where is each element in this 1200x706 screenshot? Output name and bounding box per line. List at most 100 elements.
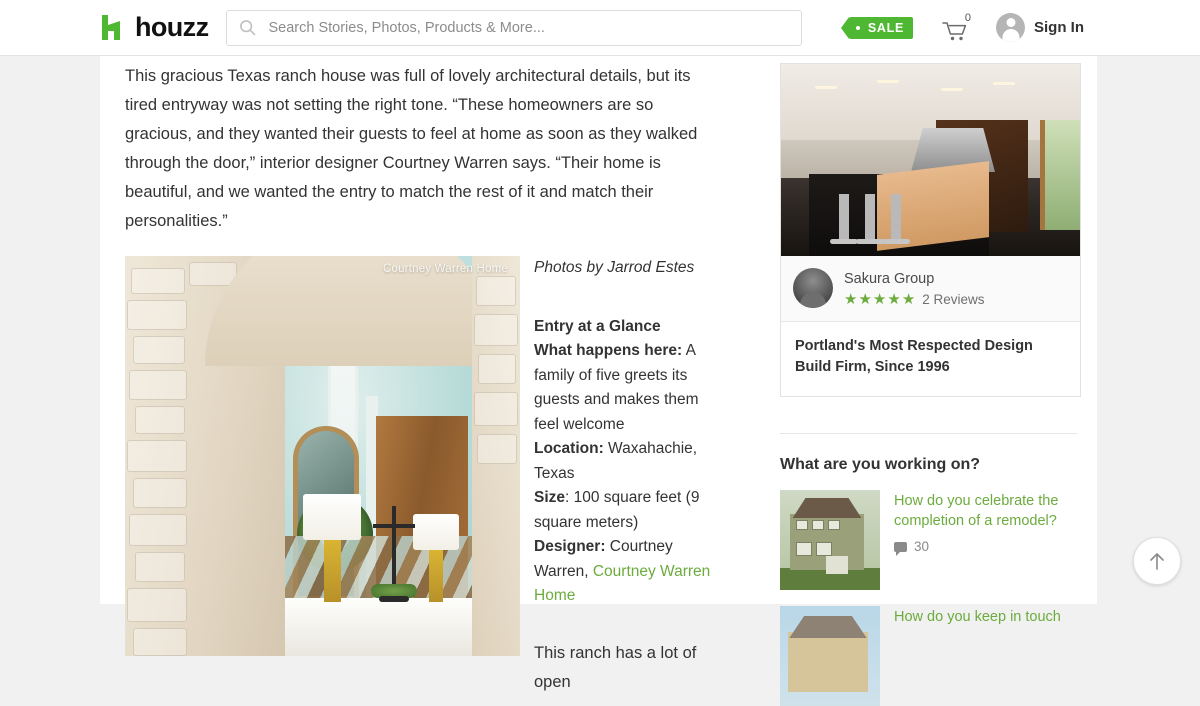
cart-button[interactable]: 0: [942, 12, 972, 43]
discussion-link[interactable]: How do you keep in touch: [894, 607, 1061, 627]
avatar-icon: [996, 13, 1025, 42]
discussion-comments: 30: [894, 539, 1077, 556]
pro-name: Sakura Group: [844, 270, 935, 287]
star-icon: ★: [901, 290, 916, 308]
stone-brick: [131, 268, 185, 294]
houzz-wordmark: houzz: [135, 12, 209, 42]
article-panel: This gracious Texas ranch house was full…: [100, 56, 745, 691]
article-body-continued: This ranch has a lot of open: [534, 643, 697, 691]
star-icon: ★: [858, 290, 872, 308]
hero-photo[interactable]: Courtney Warren Home: [125, 256, 520, 656]
search-input[interactable]: [268, 19, 790, 36]
stone-brick: [129, 370, 187, 400]
houzz-logo[interactable]: houzz: [101, 12, 209, 42]
glance-size: Size: 100 square feet (9 square meters): [534, 486, 720, 535]
stone-brick: [129, 514, 187, 546]
sign-in-button[interactable]: Sign In: [996, 13, 1084, 42]
article-intro: This gracious Texas ranch house was full…: [125, 67, 698, 230]
bar-stool: [882, 194, 910, 244]
stone-brick: [476, 276, 516, 306]
working-on-title: What are you working on?: [780, 456, 981, 473]
discussion-item[interactable]: How do you celebrate the completion of a…: [780, 490, 1077, 590]
scroll-to-top-button[interactable]: [1133, 537, 1181, 585]
ceiling-light: [877, 80, 899, 83]
glance-location: Location: Waxahachie, Texas: [534, 437, 720, 486]
lamp-base: [429, 550, 443, 602]
site-header: houzz SALE 0 Sign In: [0, 0, 1200, 56]
stone-brick: [133, 628, 187, 656]
pro-avatar: [793, 268, 833, 308]
star-icon: ★: [872, 290, 887, 308]
candle-stand-foot: [379, 596, 409, 602]
ceiling-light: [993, 82, 1015, 85]
bar-stool: [856, 194, 884, 244]
stone-brick: [474, 392, 518, 426]
houzz-house-icon: [102, 15, 120, 40]
stone-brick: [135, 406, 185, 434]
sign-in-label: Sign In: [1034, 19, 1084, 36]
glance-designer: Designer: Courtney Warren, Courtney Warr…: [534, 535, 720, 609]
discussion-thumbnail[interactable]: [780, 490, 880, 590]
hero-stone-right: [472, 256, 520, 656]
glance-what-happens: What happens here: A family of five gree…: [534, 339, 720, 437]
pro-ad-card[interactable]: Sakura Group ★ ★ ★ ★ ★ 2 Reviews Portlan…: [780, 63, 1081, 397]
thumb-window: [828, 520, 840, 530]
lamp-base: [323, 540, 341, 602]
stone-brick: [135, 552, 185, 582]
article-photo-row: Courtney Warren Home Photos by Jarrod Es…: [125, 256, 720, 697]
thumb-window: [816, 542, 832, 556]
glance-title: Entry at a Glance: [534, 317, 661, 335]
thumb-window: [796, 542, 812, 556]
discussion-thumbnail[interactable]: [780, 606, 880, 706]
hero-lamp-left: [303, 494, 361, 602]
stone-brick: [478, 354, 516, 384]
star-icon: ★: [887, 290, 901, 308]
comment-count: 30: [914, 539, 930, 554]
stone-brick: [474, 314, 518, 346]
star-icon: ★: [844, 290, 858, 308]
entry-at-a-glance: Photos by Jarrod Estes Entry at a Glance…: [534, 256, 720, 697]
hero-stone-arch: [125, 256, 505, 656]
thumb-steps: [826, 556, 848, 574]
ceiling-light: [941, 88, 963, 91]
hero-watermark: Courtney Warren Home: [382, 263, 508, 275]
article: This gracious Texas ranch house was full…: [100, 56, 745, 697]
comment-bubble-icon: [894, 541, 907, 556]
discussion-body: How do you keep in touch: [894, 606, 1061, 706]
thumb-window: [812, 520, 824, 530]
pro-info: Sakura Group ★ ★ ★ ★ ★ 2 Reviews: [844, 270, 985, 307]
cart-icon: [942, 21, 967, 40]
column-gap: [745, 56, 760, 604]
search-box[interactable]: [226, 9, 803, 46]
review-count[interactable]: 2 Reviews: [922, 292, 984, 307]
photo-credit: Photos by Jarrod Estes: [534, 259, 695, 276]
stone-brick: [189, 262, 237, 286]
sale-badge[interactable]: SALE: [840, 16, 913, 39]
header-actions: SALE 0 Sign In: [840, 12, 1084, 43]
candle-stand-arm: [373, 524, 415, 528]
stone-brick: [127, 588, 187, 622]
stone-brick: [133, 478, 187, 508]
sidebar-divider: [780, 433, 1077, 434]
glance-location-label: Location:: [534, 440, 604, 457]
bar-stool: [830, 194, 858, 244]
ad-tagline: Portland's Most Respected Design Build F…: [795, 338, 1033, 375]
ad-kitchen-photo[interactable]: [781, 64, 1080, 256]
glance-designer-label: Designer:: [534, 538, 606, 555]
thumb-window: [796, 520, 808, 530]
discussion-item[interactable]: How do you keep in touch: [780, 606, 1077, 706]
rating-stars: ★ ★ ★ ★ ★ 2 Reviews: [844, 292, 985, 307]
discussion-link[interactable]: How do you celebrate the completion of a…: [894, 491, 1077, 531]
discussion-body: How do you celebrate the completion of a…: [894, 490, 1077, 590]
search-icon: [240, 20, 256, 36]
hero-candle-stand: [367, 506, 421, 602]
sidebar: Sakura Group ★ ★ ★ ★ ★ 2 Reviews Portlan…: [760, 56, 1097, 706]
lamp-shade: [303, 494, 361, 540]
glance-what-label: What happens here:: [534, 342, 683, 359]
page-body: This gracious Texas ranch house was full…: [0, 56, 1200, 706]
glance-size-label: Size: [534, 489, 566, 506]
thumb-house-body: [788, 632, 868, 692]
stone-brick: [133, 336, 185, 364]
stone-brick: [127, 440, 187, 472]
ad-pro-meta[interactable]: Sakura Group ★ ★ ★ ★ ★ 2 Reviews: [781, 256, 1080, 322]
